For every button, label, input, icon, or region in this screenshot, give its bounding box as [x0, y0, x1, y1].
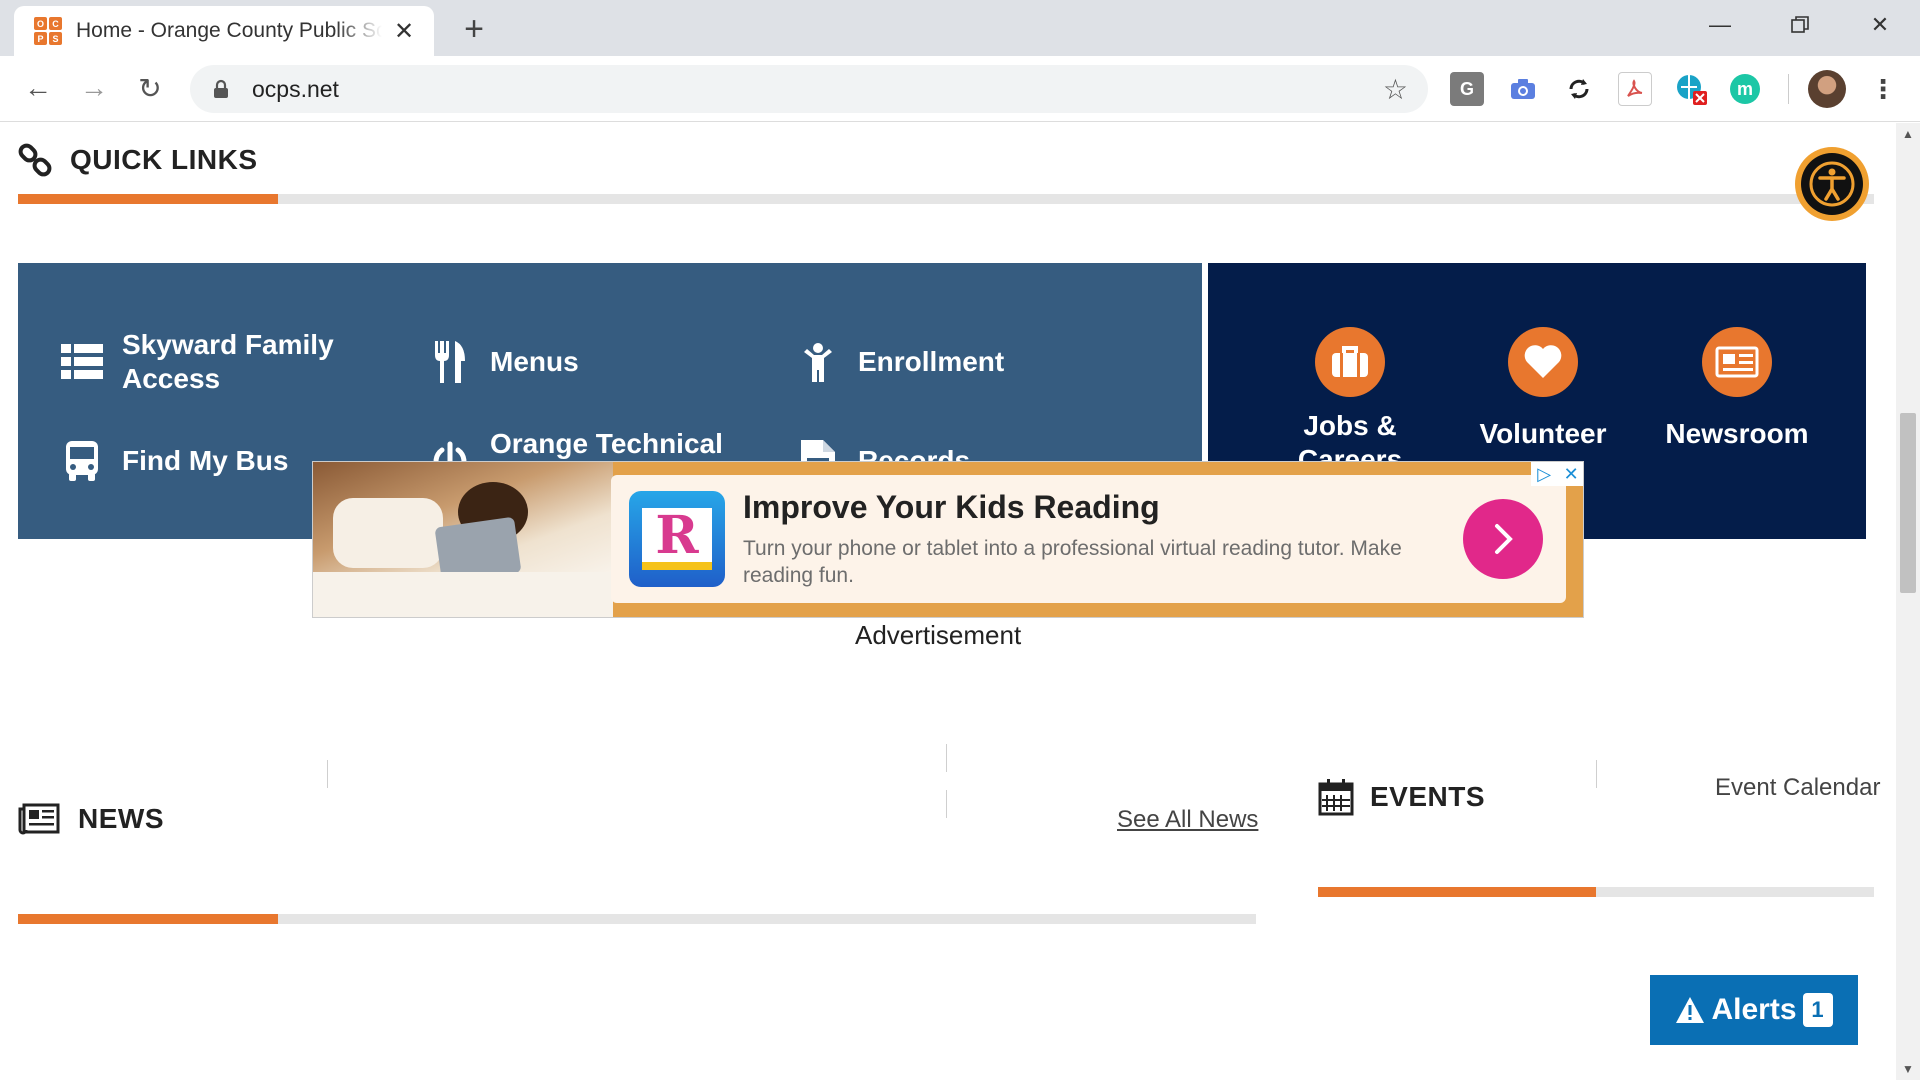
- favicon-letter: S: [49, 32, 62, 45]
- heart-icon: [1508, 327, 1578, 397]
- see-all-news-link[interactable]: See All News: [1117, 806, 1258, 834]
- events-underline-accent: [1318, 887, 1596, 897]
- child-icon: [796, 340, 840, 384]
- ad-title: Improve Your Kids Reading: [743, 489, 1160, 525]
- restore-icon[interactable]: [1770, 8, 1830, 42]
- divider-line: [946, 744, 947, 772]
- featured-link-label: Newsroom: [1665, 418, 1809, 449]
- favicon-letter: C: [49, 17, 62, 30]
- news-underline-accent: [18, 914, 278, 924]
- sync-icon[interactable]: [1562, 72, 1596, 106]
- divider-line: [1596, 760, 1597, 788]
- calendar-icon: [1318, 779, 1354, 816]
- events-underline: [1318, 887, 1874, 897]
- quick-link-label: Menus: [490, 346, 579, 377]
- scroll-up-arrow-icon[interactable]: ▲: [1896, 127, 1920, 141]
- back-icon[interactable]: ←: [18, 68, 58, 108]
- featured-link-newsroom[interactable]: Newsroom: [1642, 327, 1832, 451]
- browser-tab[interactable]: O C P S Home - Orange County Public Scho…: [14, 6, 434, 56]
- utensils-icon: [428, 340, 472, 384]
- alerts-count-badge: 1: [1802, 993, 1833, 1027]
- ad-description: Turn your phone or tablet into a profess…: [743, 537, 1402, 587]
- chevron-right-icon: [1495, 524, 1513, 554]
- newspaper-icon: [1702, 327, 1772, 397]
- quick-link-label: Skyward Family Access: [122, 329, 334, 394]
- toolbar-divider: [1788, 74, 1789, 104]
- favicon-letter: P: [34, 32, 47, 45]
- profile-avatar[interactable]: [1808, 70, 1846, 108]
- browser-tabstrip: O C P S Home - Orange County Public Scho…: [0, 0, 1920, 56]
- alerts-label: Alerts: [1711, 993, 1797, 1026]
- mote-icon[interactable]: m: [1730, 74, 1760, 104]
- new-tab-button[interactable]: +: [456, 10, 492, 49]
- page-content: QUICK LINKS Skyward Family Access Menus: [0, 123, 1896, 1080]
- browser-toolbar: ← → ↻ ocps.net ☆ G m ⋮: [0, 56, 1920, 122]
- favicon-letter: O: [34, 17, 47, 30]
- featured-link-volunteer[interactable]: Volunteer: [1448, 327, 1638, 451]
- quick-link-label: Enrollment: [858, 346, 1005, 377]
- quick-links-title: QUICK LINKS: [70, 144, 258, 175]
- adchoices-icon[interactable]: ▷: [1537, 464, 1551, 485]
- events-title: EVENTS: [1370, 781, 1486, 812]
- warning-icon: [1676, 997, 1705, 1023]
- list-icon: [60, 340, 104, 384]
- quick-link-enrollment[interactable]: Enrollment: [796, 328, 1004, 396]
- quick-link-find-my-bus[interactable]: Find My Bus: [60, 427, 288, 495]
- reload-icon[interactable]: ↻: [130, 68, 170, 108]
- ad-photo: [313, 462, 613, 617]
- advertisement-banner[interactable]: R Improve Your Kids Reading Turn your ph…: [312, 461, 1584, 618]
- tab-title: Home - Orange County Public Schools: [76, 19, 382, 42]
- ad-go-button[interactable]: [1463, 499, 1543, 579]
- screenshot-camera-icon[interactable]: [1506, 72, 1540, 106]
- extension-globe-icon[interactable]: [1674, 72, 1708, 106]
- ocps-favicon-icon: O C P S: [34, 17, 62, 45]
- menu-kebab-icon[interactable]: ⋮: [1866, 72, 1900, 106]
- grammarly-icon[interactable]: G: [1450, 72, 1484, 106]
- minimize-icon[interactable]: —: [1690, 8, 1750, 42]
- news-header: NEWS: [18, 803, 164, 835]
- scrollbar-thumb[interactable]: [1900, 413, 1916, 593]
- tab-close-icon[interactable]: ✕: [390, 17, 418, 46]
- quick-link-menus[interactable]: Menus: [428, 328, 579, 396]
- page-scrollbar[interactable]: ▲ ▼: [1896, 123, 1920, 1080]
- event-calendar-link[interactable]: Event Calendar: [1715, 774, 1880, 802]
- featured-link-label: Volunteer: [1479, 418, 1607, 449]
- quick-links-underline: [18, 194, 1874, 204]
- accessibility-button[interactable]: [1795, 147, 1869, 221]
- featured-link-jobs-careers[interactable]: Jobs & Careers: [1255, 327, 1445, 477]
- divider-line: [946, 790, 947, 818]
- news-title: NEWS: [78, 803, 164, 834]
- accessibility-icon: [1809, 161, 1855, 207]
- url-text[interactable]: ocps.net: [252, 76, 1383, 103]
- ad-logo-letter: R: [642, 505, 712, 570]
- pdf-icon[interactable]: [1618, 72, 1652, 106]
- ad-close-icon[interactable]: ✕: [1564, 464, 1579, 485]
- events-header: EVENTS: [1318, 778, 1485, 816]
- forward-icon[interactable]: →: [74, 68, 114, 108]
- quick-links-header: QUICK LINKS: [18, 143, 258, 177]
- quick-link-skyward[interactable]: Skyward Family Access: [60, 328, 352, 396]
- quick-links-underline-accent: [18, 194, 278, 204]
- address-bar[interactable]: ocps.net ☆: [190, 65, 1428, 113]
- news-underline: [18, 914, 1256, 924]
- alerts-button[interactable]: Alerts 1: [1650, 975, 1858, 1045]
- advertisement-caption: Advertisement: [855, 620, 1022, 650]
- briefcase-icon: [1315, 327, 1385, 397]
- lock-icon: [214, 79, 228, 98]
- scroll-down-arrow-icon[interactable]: ▼: [1896, 1062, 1920, 1076]
- newspaper-icon: [18, 803, 60, 835]
- ad-choices[interactable]: ▷ ✕: [1531, 462, 1583, 486]
- link-chain-icon: [18, 143, 52, 177]
- bookmark-star-icon[interactable]: ☆: [1383, 73, 1408, 106]
- ad-card[interactable]: R Improve Your Kids Reading Turn your ph…: [611, 475, 1566, 603]
- ad-app-logo: R: [629, 491, 725, 587]
- divider-line: [327, 760, 328, 788]
- quick-link-label: Find My Bus: [122, 445, 289, 476]
- close-window-icon[interactable]: ✕: [1850, 8, 1910, 42]
- bus-icon: [60, 439, 104, 483]
